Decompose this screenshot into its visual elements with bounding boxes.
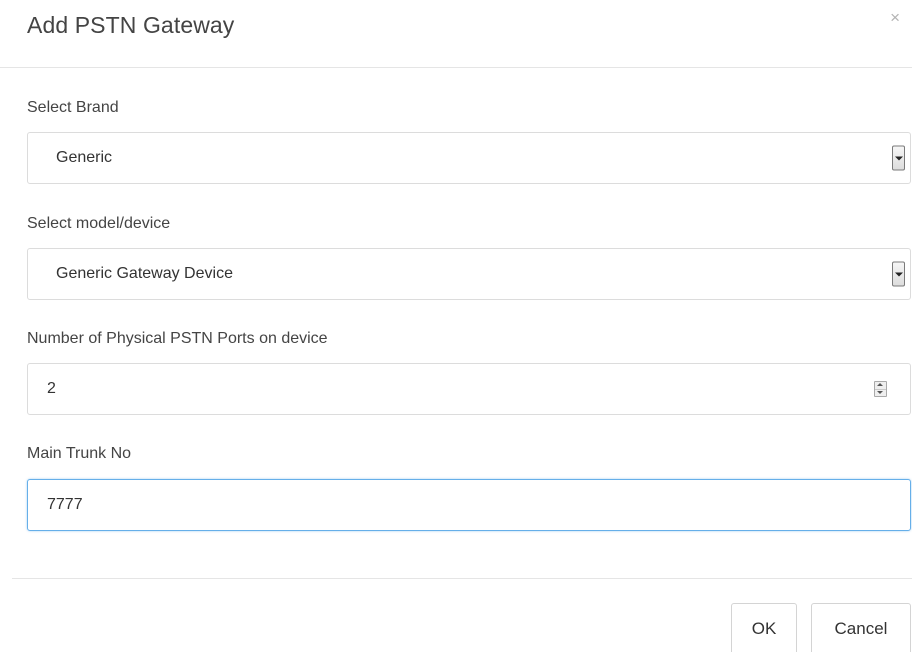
dialog-title: Add PSTN Gateway bbox=[27, 12, 235, 38]
trunk-input-value: 7777 bbox=[47, 496, 83, 513]
brand-select[interactable]: Generic bbox=[27, 132, 911, 184]
model-select-value: Generic Gateway Device bbox=[56, 265, 233, 282]
chevron-down-icon[interactable] bbox=[892, 145, 905, 171]
model-label: Select model/device bbox=[27, 215, 171, 232]
ok-button[interactable]: OK bbox=[731, 603, 797, 652]
add-pstn-gateway-dialog: Add PSTN Gateway × Select Brand Generic … bbox=[0, 0, 912, 652]
spinner-icon[interactable] bbox=[874, 381, 887, 397]
cancel-button[interactable]: Cancel bbox=[811, 603, 911, 652]
chevron-down-icon[interactable] bbox=[892, 261, 905, 287]
ports-number-input[interactable]: 2 bbox=[27, 363, 911, 415]
ports-input-value: 2 bbox=[47, 380, 56, 397]
brand-select-value: Generic bbox=[56, 149, 113, 166]
trunk-input[interactable]: 7777 bbox=[27, 479, 911, 531]
trunk-label: Main Trunk No bbox=[27, 445, 132, 462]
dialog-header: Add PSTN Gateway × bbox=[0, 0, 912, 68]
ports-label: Number of Physical PSTN Ports on device bbox=[27, 330, 328, 347]
close-icon[interactable]: × bbox=[890, 9, 900, 26]
model-select[interactable]: Generic Gateway Device bbox=[27, 248, 911, 300]
footer-divider bbox=[12, 578, 912, 579]
spin-down-icon[interactable] bbox=[875, 389, 886, 396]
brand-label: Select Brand bbox=[27, 99, 119, 116]
